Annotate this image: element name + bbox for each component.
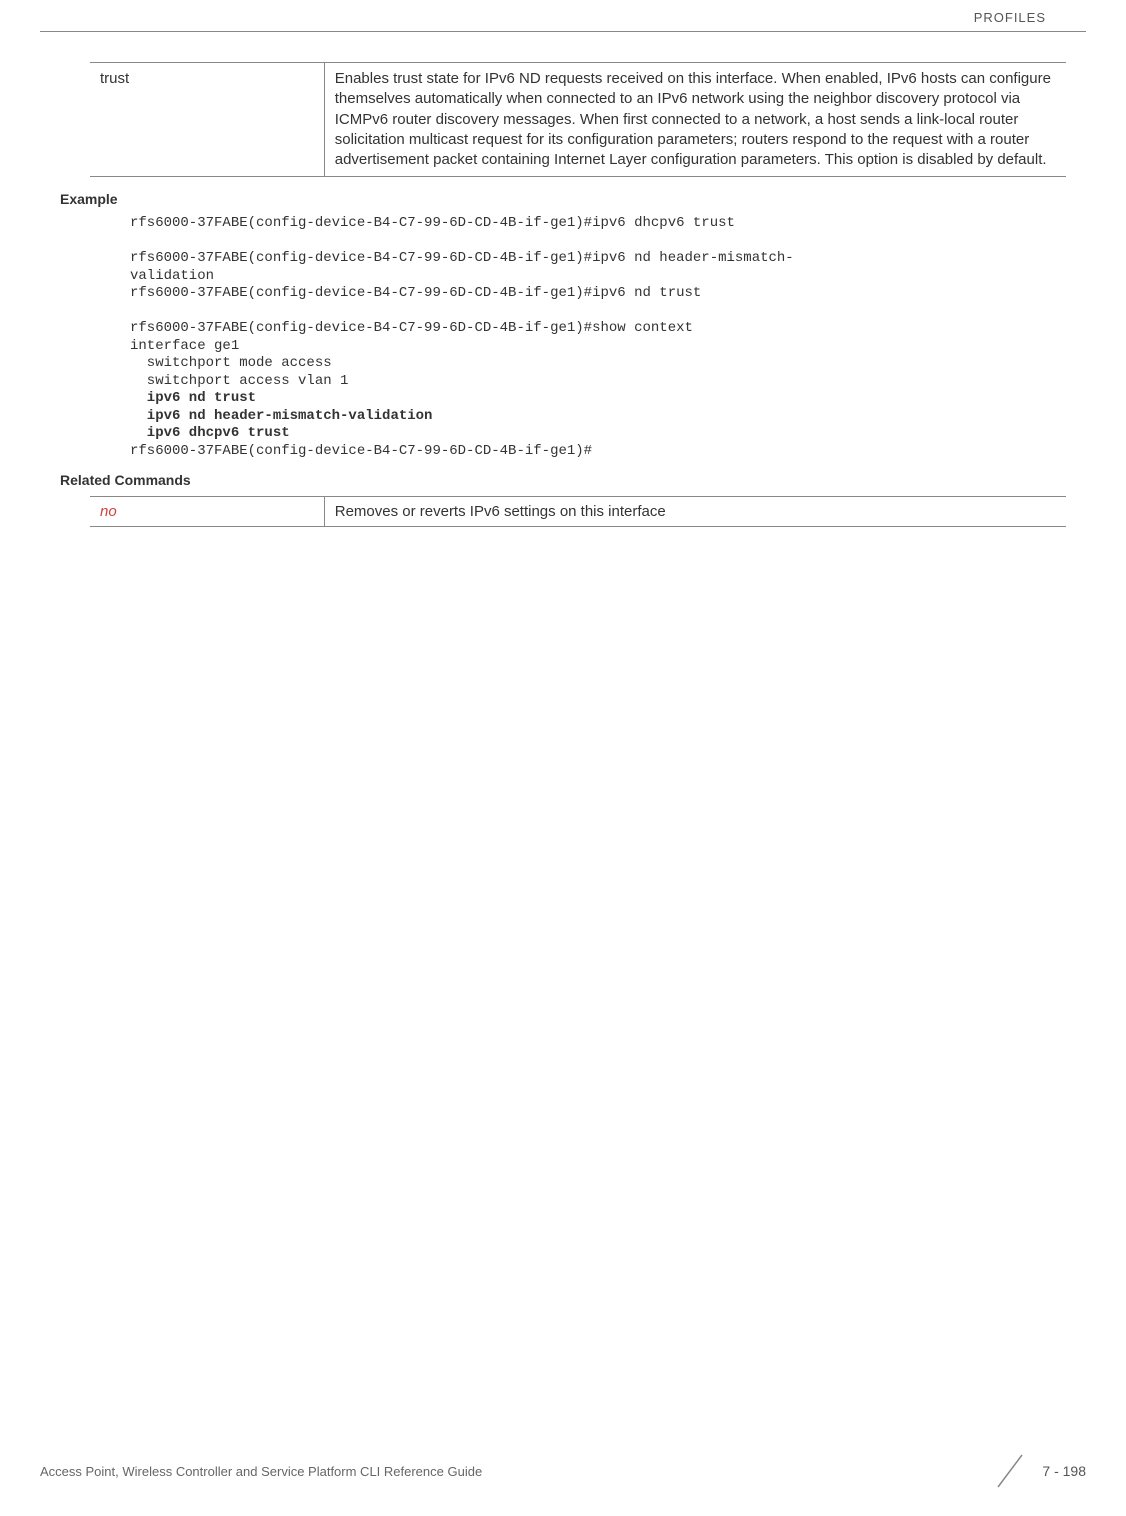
related-commands-table: no Removes or reverts IPv6 settings on t… xyxy=(90,496,1066,527)
related-desc-cell: Removes or reverts IPv6 settings on this… xyxy=(324,497,1066,527)
cli-line: rfs6000-37FABE(config-device-B4-C7-99-6D… xyxy=(130,443,592,459)
cli-line: rfs6000-37FABE(config-device-B4-C7-99-6D… xyxy=(130,285,701,301)
main-content: trust Enables trust state for IPv6 ND re… xyxy=(0,32,1126,527)
cli-line: validation xyxy=(130,268,214,284)
related-commands-heading: Related Commands xyxy=(60,472,1066,488)
cli-bold-line: ipv6 nd header-mismatch-validation xyxy=(130,408,432,424)
param-desc-cell: Enables trust state for IPv6 ND requests… xyxy=(324,63,1066,177)
footer-line: Access Point, Wireless Controller and Se… xyxy=(40,1451,1086,1491)
page-footer: Access Point, Wireless Controller and Se… xyxy=(0,1451,1126,1491)
table-row: no Removes or reverts IPv6 settings on t… xyxy=(90,497,1066,527)
related-cmd-cell: no xyxy=(90,497,324,527)
page-number-block: 7 - 198 xyxy=(990,1451,1086,1491)
slash-icon xyxy=(990,1451,1030,1491)
cli-line: rfs6000-37FABE(config-device-B4-C7-99-6D… xyxy=(130,320,693,336)
page-header: PROFILES xyxy=(40,0,1086,32)
cli-line: interface ge1 xyxy=(130,338,239,354)
example-heading: Example xyxy=(60,191,1066,207)
param-name-cell: trust xyxy=(90,63,324,177)
footer-text: Access Point, Wireless Controller and Se… xyxy=(40,1464,482,1479)
cli-bold-line: ipv6 dhcpv6 trust xyxy=(130,425,290,441)
cli-bold-line: ipv6 nd trust xyxy=(130,390,256,406)
cli-line: rfs6000-37FABE(config-device-B4-C7-99-6D… xyxy=(130,215,735,231)
cli-line: rfs6000-37FABE(config-device-B4-C7-99-6D… xyxy=(130,250,794,266)
table-row: trust Enables trust state for IPv6 ND re… xyxy=(90,63,1066,177)
page-number: 7 - 198 xyxy=(1042,1463,1086,1479)
cli-output-block: rfs6000-37FABE(config-device-B4-C7-99-6D… xyxy=(130,215,1066,460)
cli-line: switchport access vlan 1 xyxy=(130,373,348,389)
parameter-table: trust Enables trust state for IPv6 ND re… xyxy=(90,62,1066,177)
header-section: PROFILES xyxy=(974,10,1046,25)
cli-line: switchport mode access xyxy=(130,355,332,371)
